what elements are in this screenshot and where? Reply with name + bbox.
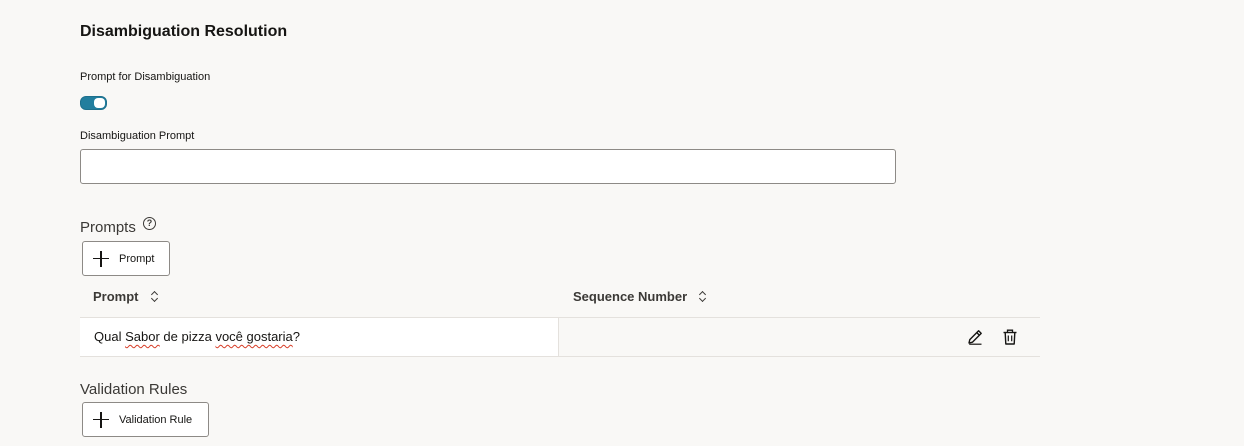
column-header-sequence-number[interactable]: Sequence Number [573,289,707,305]
trash-icon[interactable] [1001,328,1019,346]
spellcheck-word: você gostaria [215,329,293,344]
column-header-prompt[interactable]: Prompt [93,289,159,305]
table-row[interactable]: Qual Sabor de pizza você gostaria? [80,317,1040,357]
add-validation-rule-button[interactable]: Validation Rule [82,402,209,437]
add-validation-rule-button-label: Validation Rule [119,413,193,426]
section-title: Disambiguation Resolution [80,23,288,40]
add-prompt-button[interactable]: Prompt [82,241,170,276]
prompts-title: Prompts [80,219,136,236]
prompt-text-part: ? [292,329,300,344]
plus-icon [93,250,109,267]
prompt-for-disambiguation-toggle[interactable] [80,96,107,110]
sort-icon[interactable] [151,291,159,303]
column-header-prompt-label: Prompt [93,289,139,304]
validation-rules-title: Validation Rules [80,381,188,398]
prompt-cell[interactable]: Qual Sabor de pizza você gostaria? [80,318,559,356]
sort-icon[interactable] [699,291,707,303]
add-prompt-button-label: Prompt [119,252,155,265]
prompt-text-part: de pizza [159,329,216,344]
spellcheck-word: Sabor [125,329,160,344]
prompt-for-disambiguation-label: Prompt for Disambiguation [80,71,211,83]
disambiguation-prompt-input[interactable] [80,149,896,184]
plus-icon [93,411,109,428]
edit-icon[interactable] [966,328,984,346]
help-icon[interactable]: ? [143,217,156,230]
disambiguation-prompt-label: Disambiguation Prompt [80,130,195,142]
column-header-sequence-number-label: Sequence Number [573,289,688,304]
toggle-knob [94,98,105,108]
prompt-text-part: Qual [94,329,126,344]
